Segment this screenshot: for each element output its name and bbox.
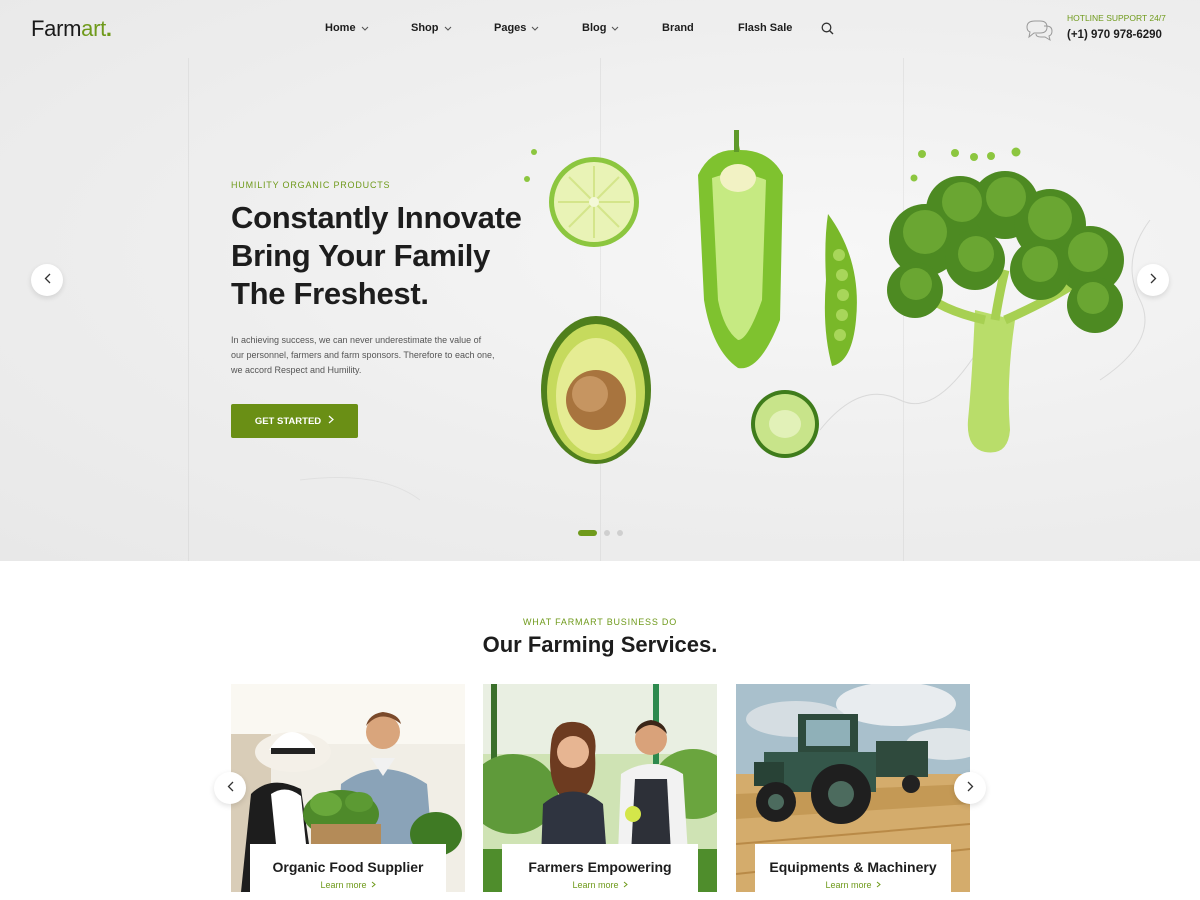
chevron-right-icon [876,880,881,890]
chevron-left-icon [227,779,234,797]
hero-next-button[interactable] [1137,264,1169,296]
site-logo[interactable]: Farmart. [31,16,112,42]
slider-dot[interactable] [604,530,610,536]
service-card[interactable]: Farmers Empowering Learn more [483,684,717,892]
chevron-right-icon [623,880,628,890]
nav-item-shop[interactable]: Shop [411,22,494,34]
learn-more-link[interactable]: Learn more [320,880,376,890]
vegetables-image [299,130,1151,501]
nav-item-home[interactable]: Home [325,22,411,34]
main-nav: Home Shop Pages Blog Brand Flash Sale [325,22,818,34]
hero-title-line: Constantly Innovate [231,200,522,235]
slider-dot[interactable] [617,530,623,536]
slider-pagination [578,530,630,536]
get-started-button[interactable]: GET STARTED [231,404,358,438]
logo-accent: art [81,16,106,41]
services-prev-button[interactable] [214,772,246,804]
service-card-caption: Farmers Empowering Learn more [502,844,698,892]
chat-bubbles-icon [1024,18,1054,47]
services-title: Our Farming Services. [482,632,718,657]
service-card-title: Equipments & Machinery [769,859,937,875]
nav-label: Home [325,22,356,34]
service-card-title: Farmers Empowering [528,859,672,875]
search-button[interactable] [821,22,834,40]
service-card-caption: Equipments & Machinery Learn more [755,844,951,892]
nav-label: Blog [582,22,607,34]
nav-item-pages[interactable]: Pages [494,22,582,34]
service-card[interactable]: Equipments & Machinery Learn more [736,684,970,892]
hero-description: In achieving success, we can never under… [231,335,495,375]
chevron-right-icon [328,415,335,427]
hero-kicker: HUMILITY ORGANIC PRODUCTS [231,180,391,190]
slider-dot-active[interactable] [578,530,597,536]
chevron-down-icon [531,22,539,34]
nav-label: Pages [494,22,527,34]
hero-slider: HUMILITY ORGANIC PRODUCTS Constantly Inn… [0,0,1200,561]
nav-item-flash-sale[interactable]: Flash Sale [738,22,818,34]
nav-item-blog[interactable]: Blog [582,22,662,34]
learn-more-link[interactable]: Learn more [572,880,628,890]
nav-label: Shop [411,22,439,34]
learn-more-label: Learn more [825,880,872,890]
site-header: Farmart. Home Shop Pages Blog Brand Flas… [0,0,1200,58]
learn-more-link[interactable]: Learn more [825,880,881,890]
hero-title: Constantly Innovate Bring Your Family Th… [231,199,561,313]
chevron-right-icon [967,779,974,797]
chevron-down-icon [611,22,619,34]
learn-more-label: Learn more [320,880,367,890]
hotline-number[interactable]: (+1) 970 978-6290 [1067,29,1162,41]
hero-prev-button[interactable] [31,264,63,296]
nav-item-brand[interactable]: Brand [662,22,738,34]
service-card[interactable]: Organic Food Supplier Learn more [231,684,465,892]
get-started-label: GET STARTED [254,415,322,427]
service-card-title: Organic Food Supplier [272,859,424,875]
nav-label: Flash Sale [738,22,793,34]
hotline-label: HOTLINE SUPPORT 24/7 [1067,13,1166,23]
service-card-caption: Organic Food Supplier Learn more [250,844,446,892]
logo-main: Farm [31,16,82,41]
chevron-down-icon [361,22,369,34]
learn-more-label: Learn more [572,880,619,890]
logo-dot: . [105,16,112,41]
chevron-right-icon [371,880,376,890]
search-icon [821,22,834,39]
chevron-left-icon [44,271,51,289]
services-kicker: WHAT FARMART BUSINESS DO [522,617,678,627]
chevron-right-icon [1150,271,1157,289]
hero-title-line: The Freshest. [231,276,429,311]
hero-title-line: Bring Your Family [231,238,491,273]
nav-label: Brand [662,22,694,34]
chevron-down-icon [444,22,452,34]
services-next-button[interactable] [954,772,986,804]
